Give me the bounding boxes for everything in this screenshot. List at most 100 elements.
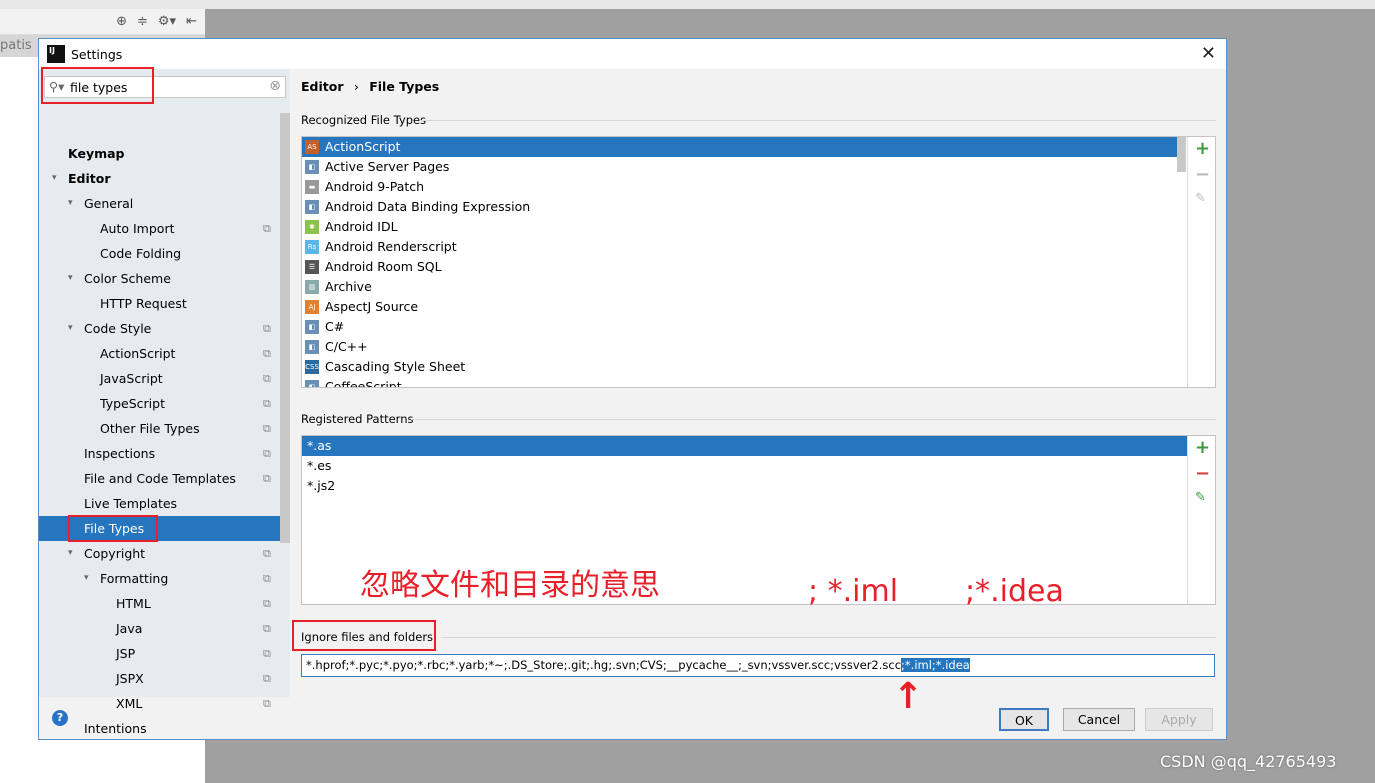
add-icon[interactable]: + (1195, 138, 1210, 159)
apply-button[interactable]: Apply (1145, 708, 1213, 731)
project-settings-icon: ⧉ (263, 347, 271, 360)
close-icon[interactable]: ✕ (1201, 43, 1216, 64)
settings-dialog: IJ Settings ✕ ⚲▾ file types ⊗ Keymap ▾ Edi… (38, 38, 1227, 740)
tree-item[interactable]: Auto Import ⧉ (39, 216, 280, 241)
tree-item[interactable]: File and Code Templates ⧉ (39, 466, 280, 491)
breadcrumb-separator: › (353, 79, 359, 94)
tree-item[interactable]: HTTP Request (39, 291, 280, 316)
file-type-row[interactable]: ✱ Android IDL (302, 217, 1177, 237)
tree-item[interactable]: Keymap (39, 141, 280, 166)
help-icon[interactable]: ? (52, 710, 68, 726)
tree-scrollbar[interactable] (280, 113, 290, 543)
expand-arrow-icon[interactable]: ▾ (68, 191, 73, 216)
hide-icon[interactable]: ⇤ (186, 14, 197, 29)
recognized-file-types-label: Recognized File Types (301, 113, 427, 127)
file-type-row[interactable]: ◧ Android Data Binding Expression (302, 197, 1177, 217)
tree-item[interactable]: JSP ⧉ (39, 641, 280, 666)
tree-item-label: Live Templates (84, 496, 178, 511)
file-type-row[interactable]: ◧ C/C++ (302, 337, 1177, 357)
highlight-box (41, 67, 154, 104)
tree-item[interactable]: Other File Types ⧉ (39, 416, 280, 441)
ignore-value-selected: ;*.iml;*.idea (901, 658, 970, 672)
list-scrollbar[interactable] (1177, 137, 1186, 172)
tree-item[interactable]: ▾ Color Scheme (39, 266, 280, 291)
edit-icon[interactable]: ✎ (1195, 490, 1206, 505)
expand-arrow-icon[interactable]: ▾ (68, 266, 73, 291)
tree-item-label: TypeScript (100, 396, 165, 411)
ignore-files-input[interactable]: *.hprof;*.pyc;*.pyo;*.rbc;*.yarb;*~;.DS_… (301, 654, 1215, 677)
file-type-row[interactable]: AJ AspectJ Source (302, 297, 1177, 317)
clear-icon[interactable]: ⊗ (269, 78, 281, 94)
tree-item[interactable]: ▾ Formatting ⧉ (39, 566, 280, 591)
breadcrumb-parent[interactable]: Editor (301, 79, 344, 94)
divider (421, 120, 1216, 121)
file-type-label: C# (325, 319, 345, 334)
tree-item[interactable]: XML ⧉ (39, 691, 280, 716)
tree-item[interactable]: ▾ General (39, 191, 280, 216)
file-type-row[interactable]: Rs Android Renderscript (302, 237, 1177, 257)
file-type-icon: ▥ (305, 280, 319, 294)
tree-item[interactable]: ▾ Code Style ⧉ (39, 316, 280, 341)
project-settings-icon: ⧉ (263, 372, 271, 385)
tree-item[interactable]: TypeScript ⧉ (39, 391, 280, 416)
remove-icon[interactable]: − (1195, 164, 1210, 185)
pattern-row[interactable]: *.as (302, 436, 1187, 456)
tree-item-label: JavaScript (100, 371, 163, 386)
file-type-icon: ◧ (305, 340, 319, 354)
pattern-row[interactable]: *.js2 (302, 476, 1187, 496)
file-types-list[interactable]: AS ActionScript ◧ Active Server Pages ▬ Andro… (301, 136, 1216, 388)
edit-icon[interactable]: ✎ (1195, 191, 1206, 206)
pattern-row[interactable]: *.es (302, 456, 1187, 476)
file-type-label: Android 9-Patch (325, 179, 425, 194)
file-type-label: Cascading Style Sheet (325, 359, 466, 374)
tree-item-label: Auto Import (100, 221, 175, 236)
file-type-label: Android Data Binding Expression (325, 199, 531, 214)
dialog-title: Settings (71, 46, 123, 62)
expand-arrow-icon[interactable]: ▾ (84, 566, 89, 591)
settings-tree-panel: ⚲▾ file types ⊗ Keymap ▾ Editor ▾ General Aut… (39, 67, 290, 736)
file-type-row[interactable]: ☰ Android Room SQL (302, 257, 1177, 277)
project-settings-icon: ⧉ (263, 222, 271, 235)
crosshair-icon[interactable]: ⊕ (116, 14, 127, 29)
add-icon[interactable]: + (1195, 437, 1210, 458)
file-type-icon: ✱ (305, 220, 319, 234)
tree-item-label: Keymap (68, 146, 125, 161)
tree-item[interactable]: ▾ Copyright ⧉ (39, 541, 280, 566)
file-type-row[interactable]: CSS Cascading Style Sheet (302, 357, 1177, 377)
tree-item[interactable]: ActionScript ⧉ (39, 341, 280, 366)
watermark: CSDN @qq_42765493 (1160, 752, 1337, 771)
cancel-button[interactable]: Cancel (1063, 708, 1135, 731)
expand-arrow-icon[interactable]: ▾ (52, 166, 57, 191)
file-type-row[interactable]: ▬ Android 9-Patch (302, 177, 1177, 197)
tree-item[interactable]: JSPX ⧉ (39, 666, 280, 691)
divider (411, 419, 1216, 420)
file-type-row[interactable]: ◧ C# (302, 317, 1177, 337)
tree-item[interactable]: Inspections ⧉ (39, 441, 280, 466)
highlight-box (292, 620, 436, 651)
file-type-row[interactable]: AS ActionScript (302, 137, 1177, 157)
project-settings-icon: ⧉ (263, 322, 271, 335)
gear-icon[interactable]: ⚙▾ (158, 14, 176, 29)
project-settings-icon: ⧉ (263, 697, 271, 710)
tree-item[interactable]: Intentions (39, 716, 280, 741)
expand-arrow-icon[interactable]: ▾ (68, 541, 73, 566)
tree-item[interactable]: File Types (39, 515, 280, 542)
file-type-row[interactable]: ◧ Active Server Pages (302, 157, 1177, 177)
patterns-toolbar: + − ✎ (1187, 436, 1215, 604)
tree-item[interactable]: ▾ Editor (39, 166, 280, 191)
title-bar: IJ Settings (39, 39, 1226, 69)
remove-icon[interactable]: − (1195, 463, 1210, 484)
tree-item[interactable]: Java ⧉ (39, 616, 280, 641)
expand-arrow-icon[interactable]: ▾ (68, 316, 73, 341)
tree-item[interactable]: Live Templates (39, 491, 280, 516)
tree-item[interactable]: Code Folding (39, 241, 280, 266)
file-type-label: Archive (325, 279, 372, 294)
file-type-icon: CSS (305, 360, 319, 374)
file-type-row[interactable]: ▥ Archive (302, 277, 1177, 297)
tree-item[interactable]: JavaScript ⧉ (39, 366, 280, 391)
file-type-row[interactable]: ◧ CoffeeScript (302, 377, 1177, 387)
tree-item[interactable]: HTML ⧉ (39, 591, 280, 616)
file-type-icon: AS (305, 140, 319, 154)
collapse-icon[interactable]: ≑ (137, 14, 148, 29)
ok-button[interactable]: OK (999, 708, 1049, 731)
